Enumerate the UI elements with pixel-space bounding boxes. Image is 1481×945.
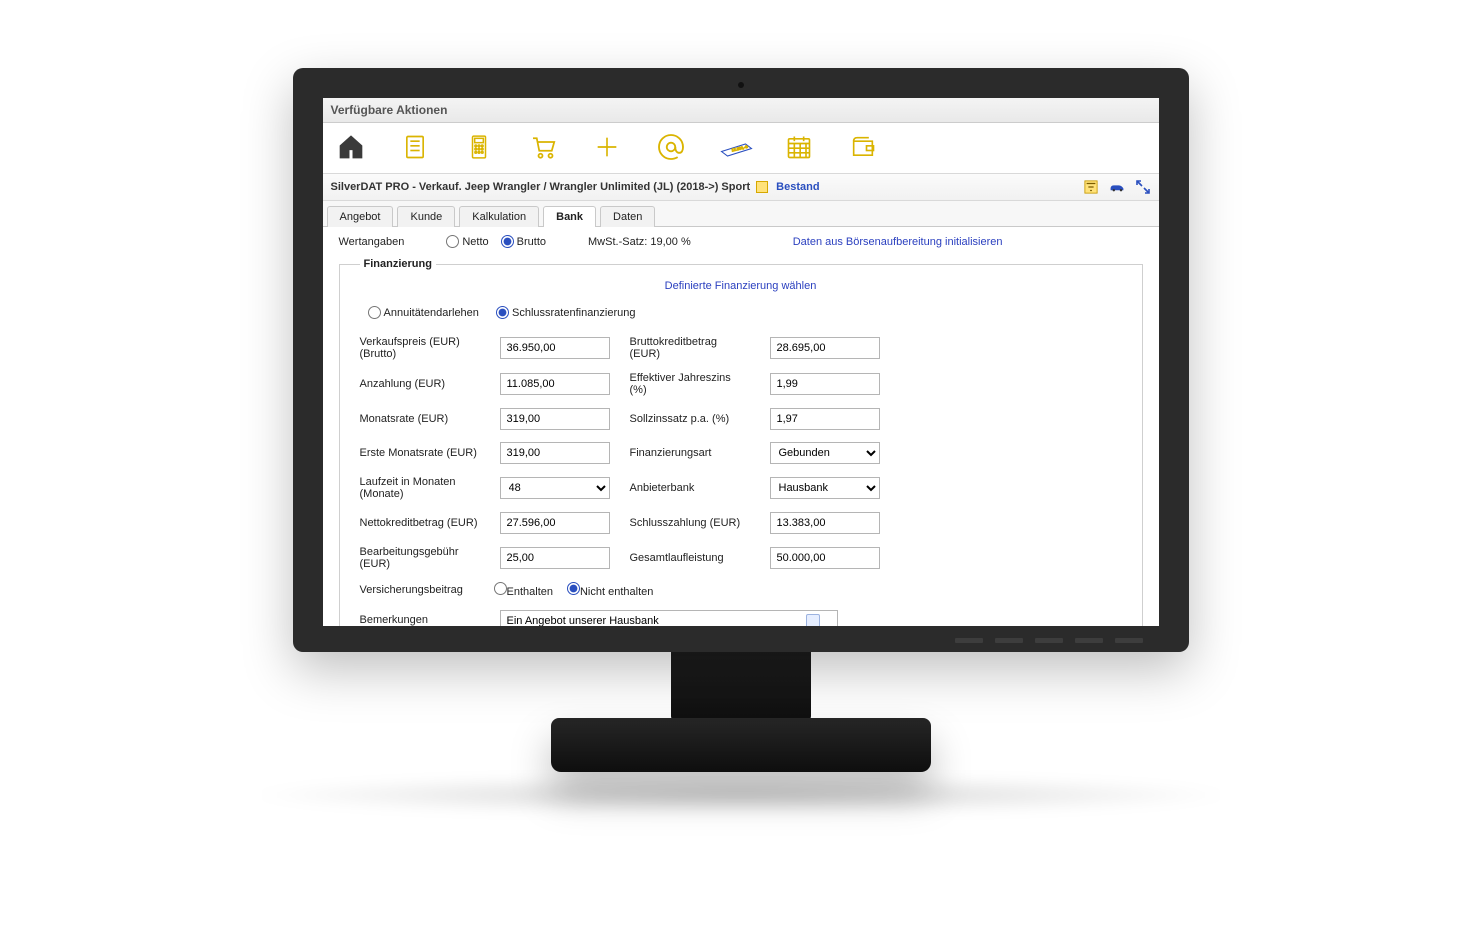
radio-schlussraten[interactable]: Schlussratenfinanzierung bbox=[496, 306, 636, 319]
laufzeit-label: Laufzeit in Monaten (Monate) bbox=[360, 476, 480, 500]
monitor-base bbox=[551, 718, 931, 772]
financing-type-row: Annuitätendarlehen Schlussratenfinanzier… bbox=[360, 300, 1122, 336]
bruttokredit-field[interactable] bbox=[770, 337, 880, 359]
schlusszahlung-label: Schlusszahlung (EUR) bbox=[630, 517, 750, 529]
nettokredit-field[interactable] bbox=[500, 512, 610, 534]
home-icon[interactable] bbox=[333, 129, 369, 165]
wertangaben-label: Wertangaben bbox=[339, 236, 405, 248]
monitor-shadow bbox=[241, 775, 1241, 815]
verkaufspreis-label: Verkaufspreis (EUR) (Brutto) bbox=[360, 336, 480, 360]
calculator-icon[interactable] bbox=[461, 129, 497, 165]
versicherung-row: Versicherungsbeitrag Enthalten Nicht ent… bbox=[360, 570, 1122, 598]
bemerkungen-textarea[interactable] bbox=[500, 610, 838, 626]
radio-brutto[interactable]: Brutto bbox=[501, 235, 546, 248]
cart-icon[interactable] bbox=[525, 129, 561, 165]
list-icon[interactable] bbox=[397, 129, 433, 165]
tabs: Angebot Kunde Kalkulation Bank Daten bbox=[323, 201, 1159, 227]
status-badge: Bestand bbox=[776, 181, 819, 193]
anzahlung-label: Anzahlung (EUR) bbox=[360, 378, 480, 390]
wertangaben-bar: Wertangaben Netto Brutto MwSt.-Satz: 19,… bbox=[323, 227, 1159, 256]
finanzierungsart-label: Finanzierungsart bbox=[630, 447, 750, 459]
finanzierung-legend: Finanzierung bbox=[360, 258, 436, 270]
monitor-frame: Verfügbare Aktionen bbox=[293, 68, 1189, 772]
tab-angebot[interactable]: Angebot bbox=[327, 206, 394, 227]
verkaufspreis-field[interactable] bbox=[500, 337, 610, 359]
finanzierungsart-select[interactable]: Gebunden bbox=[770, 442, 880, 464]
plus-icon[interactable] bbox=[589, 129, 625, 165]
jahreszins-field[interactable] bbox=[770, 373, 880, 395]
radio-nicht-enthalten[interactable]: Nicht enthalten bbox=[567, 582, 653, 598]
gesamtlaufleistung-field[interactable] bbox=[770, 547, 880, 569]
nettokredit-label: Nettokreditbetrag (EUR) bbox=[360, 517, 480, 529]
monatsrate-label: Monatsrate (EUR) bbox=[360, 413, 480, 425]
jahreszins-label: Effektiver Jahreszins (%) bbox=[630, 372, 750, 396]
expand-icon[interactable] bbox=[1135, 180, 1151, 194]
breadcrumb-bar: SilverDAT PRO - Verkauf. Jeep Wrangler /… bbox=[323, 174, 1159, 201]
title-right-actions bbox=[1083, 180, 1151, 194]
radio-netto[interactable]: Netto bbox=[446, 235, 488, 248]
main-toolbar: 12.500,-€ bbox=[323, 123, 1159, 174]
anzahlung-field[interactable] bbox=[500, 373, 610, 395]
car-icon[interactable] bbox=[1109, 180, 1125, 194]
sollzins-label: Sollzinssatz p.a. (%) bbox=[630, 413, 750, 425]
schlusszahlung-field[interactable] bbox=[770, 512, 880, 534]
versicherung-label: Versicherungsbeitrag bbox=[360, 584, 480, 596]
bemerkungen-row: Bemerkungen bbox=[360, 598, 1122, 626]
choose-financing-link[interactable]: Definierte Finanzierung wählen bbox=[665, 280, 817, 292]
finanzierung-panel: Finanzierung Definierte Finanzierung wäh… bbox=[339, 258, 1143, 626]
radio-enthalten[interactable]: Enthalten bbox=[494, 582, 553, 598]
monatsrate-field[interactable] bbox=[500, 408, 610, 430]
monitor-buttons bbox=[955, 638, 1143, 643]
sollzins-field[interactable] bbox=[770, 408, 880, 430]
bruttokredit-label: Bruttokreditbetrag (EUR) bbox=[630, 336, 750, 360]
bearbeitungsgebuehr-field[interactable] bbox=[500, 547, 610, 569]
monitor-neck bbox=[671, 652, 811, 722]
camera-dot bbox=[738, 82, 744, 88]
bemerkungen-label: Bemerkungen bbox=[360, 610, 480, 626]
tab-daten[interactable]: Daten bbox=[600, 206, 655, 227]
wallet-icon[interactable] bbox=[845, 129, 881, 165]
at-icon[interactable] bbox=[653, 129, 689, 165]
tab-kalkulation[interactable]: Kalkulation bbox=[459, 206, 539, 227]
erste-rate-label: Erste Monatsrate (EUR) bbox=[360, 447, 480, 459]
init-from-boerse-link[interactable]: Daten aus Börsenaufbereitung initialisie… bbox=[793, 236, 1003, 248]
filter-icon[interactable] bbox=[1083, 180, 1099, 194]
laufzeit-select[interactable]: 48 bbox=[500, 477, 610, 499]
bearbeitungsgebuehr-label: Bearbeitungsgebühr (EUR) bbox=[360, 546, 480, 570]
tab-bank[interactable]: Bank bbox=[543, 206, 596, 227]
tab-kunde[interactable]: Kunde bbox=[397, 206, 455, 227]
calendar-icon[interactable] bbox=[781, 129, 817, 165]
erste-rate-field[interactable] bbox=[500, 442, 610, 464]
anbieterbank-label: Anbieterbank bbox=[630, 482, 750, 494]
app-screen: Verfügbare Aktionen bbox=[323, 98, 1159, 626]
paste-icon[interactable] bbox=[806, 614, 820, 626]
financing-grid: Verkaufspreis (EUR) (Brutto) Bruttokredi… bbox=[360, 336, 1122, 570]
panel-title: Verfügbare Aktionen bbox=[323, 98, 1159, 123]
anbieterbank-select[interactable]: Hausbank bbox=[770, 477, 880, 499]
gesamtlaufleistung-label: Gesamtlaufleistung bbox=[630, 552, 750, 564]
mwst-label: MwSt.-Satz: 19,00 % bbox=[588, 236, 691, 248]
price-tag-icon[interactable]: 12.500,-€ bbox=[717, 129, 753, 165]
status-badge-icon bbox=[756, 181, 768, 193]
radio-annuitaet[interactable]: Annuitätendarlehen bbox=[368, 306, 479, 319]
page-title: SilverDAT PRO - Verkauf. Jeep Wrangler /… bbox=[331, 181, 751, 193]
